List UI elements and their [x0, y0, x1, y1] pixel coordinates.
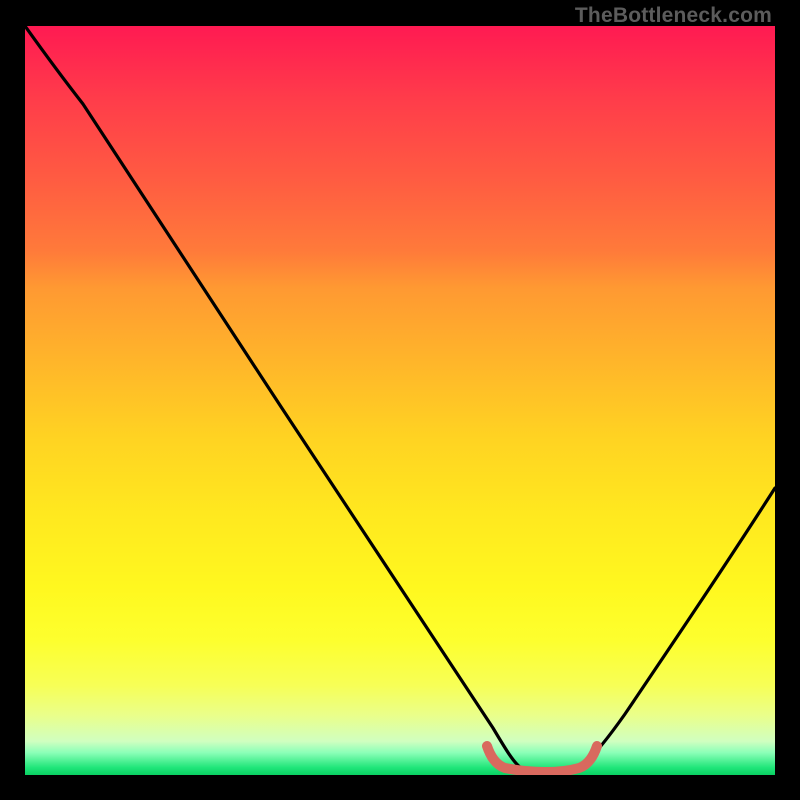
chart-svg — [25, 26, 775, 775]
chart-frame — [25, 26, 775, 775]
optimal-range-marker — [487, 746, 597, 772]
bottleneck-curve — [25, 26, 775, 771]
watermark-text: TheBottleneck.com — [575, 4, 772, 28]
